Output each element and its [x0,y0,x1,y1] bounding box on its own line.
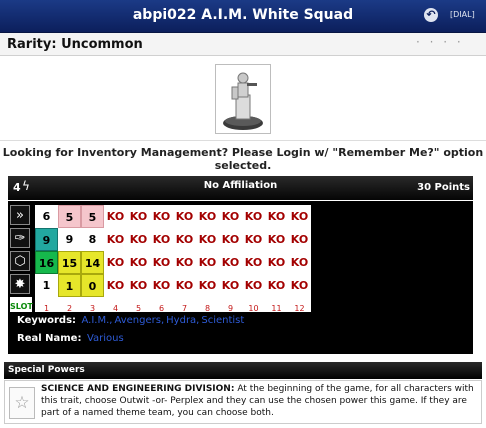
inventory-message-line1: Looking for Inventory Management? Please… [2,146,484,159]
dial-cell: 9 [35,228,58,251]
dial-cell: KO [221,210,240,223]
dial-row: 6 5 5 KO KO KO KO KO KO KO KO KO [35,205,311,228]
dial-cell: 5 [81,205,104,228]
dial-cell: 5 [58,205,81,228]
special-power-name: SCIENCE AND ENGINEERING DIVISION: [41,384,235,394]
rarity-label: Rarity: Uncommon [7,37,143,52]
attack-icon: ✑ [10,228,30,248]
dial-cell: KO [290,279,309,292]
dial-cell: KO [106,210,125,223]
dial-header: 4 ϟ No Affiliation 30 Points [8,176,473,200]
dial-cell: KO [244,256,263,269]
special-powers-title: Special Powers [4,362,482,379]
title-bar: abpi022 A.I.M. White Squad ↶ [DIAL] [0,0,486,33]
keyword-link[interactable]: Scientist [201,315,244,326]
real-name-value[interactable]: Various [87,333,124,344]
affiliation: No Affiliation [203,180,278,191]
dial-cell: KO [290,210,309,223]
dial-cell: KO [198,279,217,292]
page-title: abpi022 A.I.M. White Squad [132,7,354,23]
damage-icon: ✸ [10,274,30,294]
dial-cell: KO [267,279,286,292]
dial-cell: KO [175,279,194,292]
dial-cell: 1 [42,279,51,292]
dial-cell: KO [198,256,217,269]
dial-row: 9 9 8 KO KO KO KO KO KO KO KO KO [35,228,311,251]
rarity-bar: Rarity: Uncommon · · · · [0,33,486,56]
dial-grid: 6 5 5 KO KO KO KO KO KO KO KO KO 9 9 8 KO KO KO KO KO KO KO KO… [35,205,311,320]
dial-cell: KO [129,256,148,269]
dial-row: 16 15 14 KO KO KO KO KO KO KO KO KO [35,251,311,274]
dial-cell: KO [175,256,194,269]
dial-cell: KO [244,279,263,292]
dial-row: 1 1 0 KO KO KO KO KO KO KO KO KO [35,274,311,297]
dial-cell: KO [129,233,148,246]
inventory-message: Looking for Inventory Management? Please… [0,140,486,175]
keywords-label: Keywords: A.I.M., Avengers, Hydra, Scientis… [17,315,244,326]
dial-cell: KO [152,279,171,292]
special-power-text: SCIENCE AND ENGINEERING DIVISION: At the… [41,383,477,419]
keyword-link[interactable]: Hydra, [166,315,199,326]
dial-cell: KO [221,233,240,246]
dial-cell: KO [267,210,286,223]
dial-cell: KO [129,210,148,223]
dial-cell: 14 [81,251,104,274]
speed-icon: » [10,205,30,225]
dial-cell: KO [106,279,125,292]
dial-cell: 0 [81,274,104,297]
dial-cell: KO [267,256,286,269]
stat-icons: » ✑ ⬡ ✸ SLOT [10,205,33,317]
dial-cell: KO [175,233,194,246]
keywords-list: A.I.M., Avengers, Hydra, Scientist [80,315,245,326]
dial-cell: 1 [58,274,81,297]
special-powers-body: ☆ SCIENCE AND ENGINEERING DIVISION: At t… [4,380,482,424]
star-icon: ☆ [9,387,35,419]
dial-cell: KO [152,256,171,269]
dial-cell: KO [106,256,125,269]
point-value: 30 Points [417,182,470,193]
dial-cell: KO [221,279,240,292]
dial-cell: KO [175,210,194,223]
dial-cell: 8 [88,233,97,246]
rating-dots[interactable]: · · · · [416,35,464,49]
dial-cell: 6 [42,210,51,223]
dial-cell: KO [198,210,217,223]
keyword-link[interactable]: Avengers, [114,315,164,326]
real-name-label: Real Name: Various [17,333,124,344]
back-arrow-icon[interactable]: ↶ [424,8,438,22]
figure-image[interactable] [215,64,271,134]
inventory-message-line2: selected. [214,159,272,172]
dial-cell: KO [290,233,309,246]
dial-cell: KO [198,233,217,246]
dial-cell: KO [244,233,263,246]
dial-cell: 16 [35,251,58,274]
dial-cell: KO [152,233,171,246]
dial-cell: KO [129,279,148,292]
real-name-label-text: Real Name: [17,333,82,344]
dial-cell: 9 [65,233,74,246]
dial-cell: KO [267,233,286,246]
keyword-link[interactable]: A.I.M., [82,315,113,326]
dial-cell: KO [290,256,309,269]
dial-cell: 15 [58,251,81,274]
keywords-label-text: Keywords: [17,315,77,326]
dial-cell: KO [244,210,263,223]
dial-cell: KO [152,210,171,223]
real-name-row: Real Name: Various [8,330,473,352]
defense-icon: ⬡ [10,251,30,271]
dial-cell: KO [106,233,125,246]
dial-cell: KO [221,256,240,269]
dial-link[interactable]: [DIAL] [450,10,475,19]
